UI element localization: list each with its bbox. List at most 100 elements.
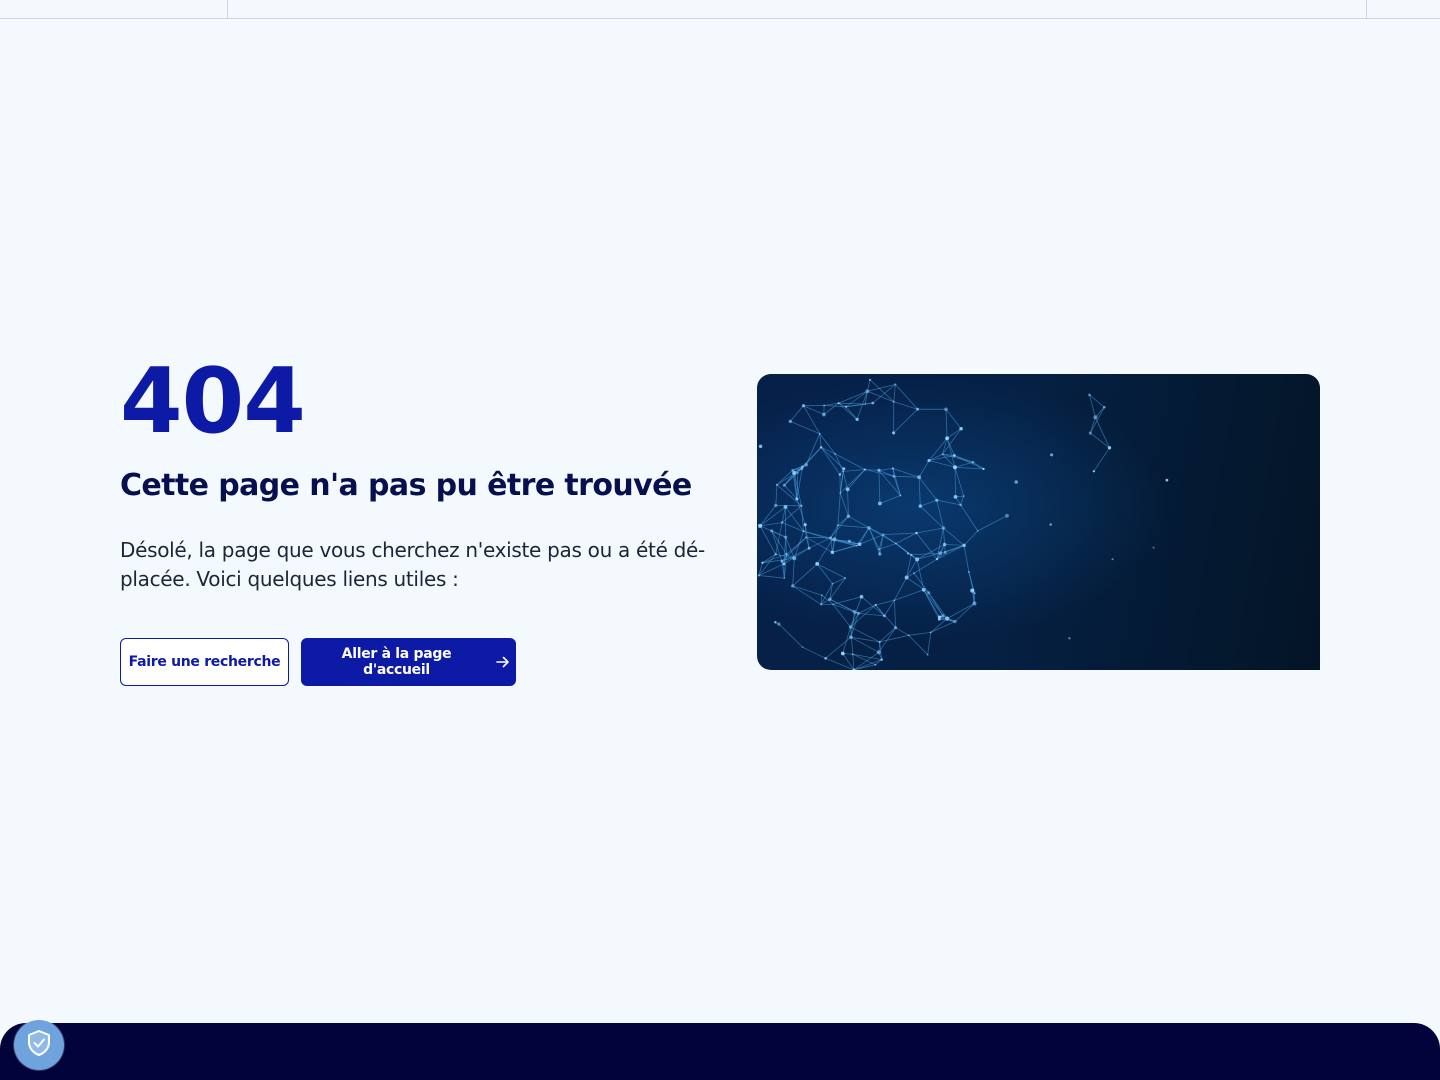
network-node <box>785 552 788 556</box>
network-node <box>971 460 975 464</box>
network-node <box>856 611 860 615</box>
network-node <box>959 503 962 507</box>
network-node <box>819 446 823 449</box>
home-button[interactable]: Aller à la page d'accueil <box>301 638 516 686</box>
network-node <box>944 407 948 412</box>
network-node <box>1107 446 1112 450</box>
network-node <box>1050 453 1054 457</box>
network-node <box>962 543 966 548</box>
network-node <box>1005 513 1009 518</box>
network-node <box>967 571 970 573</box>
search-button[interactable]: Faire une recherche <box>120 638 289 686</box>
network-node <box>1093 415 1098 420</box>
network-node <box>801 646 804 649</box>
network-node <box>788 419 792 424</box>
network-node <box>865 389 870 394</box>
error-description: Désolé, la page que vous cherchez n'exis… <box>120 538 705 591</box>
network-node <box>867 526 871 530</box>
network-node <box>782 483 786 487</box>
network-node <box>792 470 797 475</box>
network-node <box>801 465 804 468</box>
network-node <box>807 546 811 550</box>
network-node <box>837 524 839 527</box>
network-node <box>1068 637 1071 640</box>
network-node <box>822 412 826 417</box>
network-node <box>874 663 877 666</box>
network-node <box>842 467 846 471</box>
network-node <box>857 542 862 547</box>
network-node <box>801 404 806 408</box>
network-node <box>832 537 837 541</box>
network-node <box>823 404 825 407</box>
network-node <box>915 557 920 562</box>
network-node <box>941 526 946 530</box>
network-node <box>803 523 807 527</box>
network-node <box>830 550 835 555</box>
network-node <box>1165 478 1169 482</box>
network-node <box>846 514 851 518</box>
network-node <box>910 553 913 557</box>
network-node <box>844 577 847 579</box>
network-node <box>883 614 886 618</box>
network-node <box>1088 431 1092 435</box>
network-node <box>962 495 965 498</box>
network-node <box>921 587 926 592</box>
network-node <box>828 597 832 602</box>
network-node <box>864 403 867 405</box>
network-node <box>831 538 834 541</box>
network-node <box>880 658 883 661</box>
network-node <box>815 562 820 566</box>
network-node <box>892 474 896 478</box>
network-node <box>805 536 808 539</box>
cookie-consent-button[interactable] <box>14 1020 64 1070</box>
network-node <box>938 551 943 555</box>
network-node <box>878 640 881 643</box>
network-node <box>770 529 774 533</box>
network-node <box>894 383 897 386</box>
network-node <box>881 533 885 536</box>
network-node <box>973 592 976 595</box>
network-node <box>935 498 939 502</box>
network-globe-graphic <box>757 374 1320 670</box>
error-title: Cette page n'a pas pu être trouvée <box>120 468 692 503</box>
network-node <box>839 492 842 494</box>
network-node <box>838 473 842 476</box>
network-node <box>818 432 821 435</box>
network-node <box>796 471 799 474</box>
header-divider <box>227 0 228 18</box>
network-node <box>877 468 881 472</box>
network-node <box>952 454 956 457</box>
network-node <box>874 603 877 607</box>
network-node <box>784 535 788 539</box>
network-node <box>804 462 808 467</box>
network-node <box>863 468 867 471</box>
network-node <box>918 504 922 508</box>
network-node <box>943 551 947 554</box>
arrow-right-icon <box>496 655 510 669</box>
network-node <box>800 467 804 471</box>
network-node <box>945 616 950 621</box>
network-node <box>1014 480 1018 484</box>
network-node <box>774 553 777 556</box>
network-node <box>834 452 837 455</box>
network-node <box>832 603 834 606</box>
network-node <box>792 556 797 561</box>
network-node <box>1152 546 1155 549</box>
network-node <box>953 619 957 624</box>
network-node <box>852 609 857 614</box>
network-node <box>941 614 945 618</box>
network-node <box>926 653 929 656</box>
network-node <box>927 458 931 463</box>
network-node <box>937 615 942 619</box>
network-node <box>859 594 864 599</box>
network-node <box>783 577 786 579</box>
network-globe-image <box>757 374 1320 670</box>
network-node <box>913 572 916 575</box>
network-node <box>800 504 803 507</box>
network-node <box>802 529 805 533</box>
network-node <box>1092 470 1095 473</box>
network-node <box>982 467 985 471</box>
network-node <box>927 591 931 595</box>
error-content: 404 Cette page n'a pas pu être trouvée D… <box>120 352 730 686</box>
network-node <box>780 521 784 524</box>
